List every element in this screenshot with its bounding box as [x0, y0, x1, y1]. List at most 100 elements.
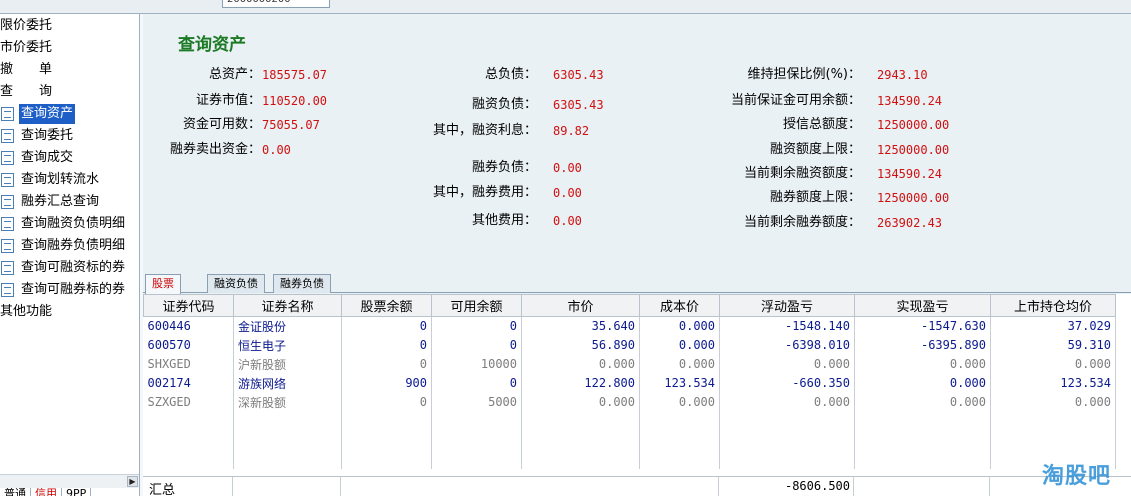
- empty-cell: [521, 411, 640, 431]
- empty-cell: [341, 411, 432, 431]
- column-header[interactable]: 实现盈亏: [854, 294, 991, 317]
- table-cell: 0: [341, 316, 432, 336]
- nav-item-6[interactable]: 查询成交: [0, 148, 140, 168]
- nav-item-5[interactable]: 查询委托: [0, 126, 140, 146]
- field-label: 授信总额度：: [782, 117, 861, 132]
- nav-group-13[interactable]: 其他功能: [0, 302, 52, 322]
- empty-cell: [854, 411, 991, 431]
- table-cell: -660.350: [719, 373, 855, 393]
- asset-field: 当前保证金可用余额： 134590.24: [143, 92, 1131, 110]
- document-icon: [1, 239, 14, 253]
- tab-1[interactable]: 融资负债: [207, 274, 265, 293]
- nav-item-label: 查询成交: [21, 150, 74, 165]
- empty-cell: [639, 411, 720, 431]
- document-icon: [1, 129, 14, 143]
- account-type-tab[interactable]: 信用: [31, 488, 62, 496]
- nav-item-11[interactable]: 查询可融资标的券: [0, 258, 140, 278]
- table-cell: 37.029: [990, 316, 1116, 336]
- nav-group-3[interactable]: 查 询: [0, 82, 52, 102]
- table-row[interactable]: SZXGED 深新股额 0 5000 0.000 0.000 0.000 0.000 0.000: [143, 392, 1116, 412]
- nav-item-12[interactable]: 查询可融券标的券: [0, 280, 140, 300]
- nav-item-10[interactable]: 查询融券负债明细: [0, 236, 140, 256]
- tab-2[interactable]: 融券负债: [273, 274, 331, 293]
- account-type-tabs: 普通 信用 9PP: [0, 488, 139, 496]
- table-row[interactable]: 600570 恒生电子 0 0 56.890 0.000 -6398.010 -6395.89…: [143, 335, 1116, 355]
- table-cell: -6398.010: [719, 335, 855, 355]
- nav-item-label: 查询资产: [19, 104, 76, 124]
- column-header[interactable]: 上市持仓均价: [990, 294, 1116, 317]
- empty-cell: [233, 430, 342, 450]
- table-cell: 123.534: [990, 373, 1116, 393]
- table-cell: 金证股份: [233, 316, 342, 336]
- table-cell: 0.000: [719, 392, 855, 412]
- asset-field: 当前剩余融资额度： 134590.24: [143, 165, 1131, 183]
- asset-field: 维持担保比例(%)： 2943.10: [143, 66, 1131, 84]
- column-header[interactable]: 证券代码: [143, 294, 234, 317]
- table-cell: 002174: [143, 373, 234, 393]
- table-cell: 沪新股额: [233, 354, 342, 374]
- table-cell: -1548.140: [719, 316, 855, 336]
- column-header[interactable]: 可用余额: [431, 294, 522, 317]
- summary-label: 汇总: [149, 483, 176, 496]
- table-cell: -6395.890: [854, 335, 991, 355]
- nav-group-label: 撤 单: [0, 62, 53, 77]
- empty-cell: [431, 430, 522, 450]
- scroll-right-icon[interactable]: ▶: [127, 476, 138, 487]
- nav-group-label: 其他功能: [0, 304, 53, 319]
- nav-item-4[interactable]: 查询资产: [0, 104, 140, 124]
- asset-field: 融资额度上限： 1250000.00: [143, 141, 1131, 159]
- table-cell: 10000: [431, 354, 522, 374]
- table-cell: 0.000: [521, 354, 640, 374]
- asset-field: 当前剩余融券额度： 263902.43: [143, 214, 1131, 232]
- document-icon: [1, 107, 14, 121]
- table-row[interactable]: 002174 游族网络 900 0 122.800 123.534 -660.350 0.00…: [143, 373, 1116, 393]
- nav-group-2[interactable]: 撤 单: [0, 60, 52, 80]
- table-cell: 0: [341, 392, 432, 412]
- empty-cell: [719, 449, 855, 469]
- nav-group-0[interactable]: 限价委托: [0, 16, 52, 36]
- empty-cell: [990, 411, 1116, 431]
- table-row[interactable]: SHXGED 沪新股额 0 10000 0.000 0.000 0.000 0.000 0.00…: [143, 354, 1116, 374]
- account-type-tab[interactable]: 9PP: [62, 488, 92, 496]
- column-header[interactable]: 证券名称: [233, 294, 342, 317]
- column-header[interactable]: 市价: [521, 294, 640, 317]
- document-icon: [1, 261, 14, 275]
- nav-item-9[interactable]: 查询融资负债明细: [0, 214, 140, 234]
- nav-item-8[interactable]: 融券汇总查询: [0, 192, 140, 212]
- column-header[interactable]: 成本价: [639, 294, 720, 317]
- table-cell: 0.000: [639, 354, 720, 374]
- account-selector[interactable]: 2000000200: [222, 0, 330, 8]
- nav-item-label: 查询划转流水: [21, 172, 100, 187]
- table-cell: -1547.630: [854, 316, 991, 336]
- document-icon: [1, 217, 14, 231]
- table-cell: 0.000: [990, 392, 1116, 412]
- field-label: 当前剩余融券额度：: [743, 215, 861, 230]
- document-icon: [1, 151, 14, 165]
- table-cell: 56.890: [521, 335, 640, 355]
- detail-tabs: 股票 融资负债 融券负债: [143, 274, 1131, 294]
- column-header[interactable]: 股票余额: [341, 294, 432, 317]
- empty-row: [143, 449, 1116, 469]
- summary-row: 汇总 -8606.500: [143, 476, 1131, 496]
- table-cell: 59.310: [990, 335, 1116, 355]
- column-header[interactable]: 浮动盈亏: [719, 294, 855, 317]
- account-type-tab[interactable]: 普通: [0, 488, 31, 496]
- table-cell: SHXGED: [143, 354, 234, 374]
- table-row[interactable]: 600446 金证股份 0 0 35.640 0.000 -1548.140 -1547.63…: [143, 316, 1116, 336]
- empty-cell: [143, 411, 234, 431]
- document-icon: [1, 195, 14, 209]
- empty-cell: [639, 449, 720, 469]
- empty-cell: [521, 449, 640, 469]
- nav-group-1[interactable]: 市价委托: [0, 38, 52, 58]
- sidebar-scrollbar[interactable]: ▶: [0, 474, 139, 488]
- empty-cell: [233, 449, 342, 469]
- asset-query-panel: 查询资产 总资产： 185575.07 证券市值： 110520.00 资金可用数： 75…: [143, 14, 1131, 496]
- tab-0[interactable]: 股票: [145, 274, 181, 294]
- empty-cell: [990, 430, 1116, 450]
- table-cell: 900: [341, 373, 432, 393]
- document-icon: [1, 283, 14, 297]
- position-table: 证券代码 证券名称 股票余额 可用余额 市价 成本价 浮动盈亏 实现盈亏 上市持仓均价 6004…: [143, 294, 1116, 469]
- nav-item-7[interactable]: 查询划转流水: [0, 170, 140, 190]
- empty-cell: [854, 449, 991, 469]
- table-cell: 600446: [143, 316, 234, 336]
